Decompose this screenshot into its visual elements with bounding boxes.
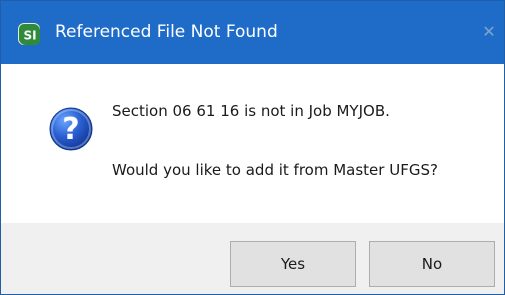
dialog-footer: Yes No bbox=[1, 223, 504, 294]
app-icon: SI bbox=[18, 23, 40, 45]
title-bar[interactable]: SI Referenced File Not Found ✕ bbox=[1, 1, 504, 64]
message-line-2: Would you like to add it from Master UFG… bbox=[112, 161, 438, 179]
svg-text:SI: SI bbox=[23, 29, 36, 43]
svg-text:?: ? bbox=[62, 112, 79, 147]
no-button[interactable]: No bbox=[369, 241, 495, 287]
dialog-content: ? Section 06 61 16 is not in Job MYJOB. … bbox=[1, 64, 504, 223]
yes-button[interactable]: Yes bbox=[230, 241, 356, 287]
window-title: Referenced File Not Found bbox=[55, 22, 278, 42]
dialog-window: SI Referenced File Not Found ✕ ? Section… bbox=[0, 0, 505, 295]
question-icon: ? bbox=[48, 106, 94, 152]
close-button[interactable]: ✕ bbox=[480, 21, 498, 43]
app-logo-icon: SI bbox=[20, 25, 40, 45]
message-line-1: Section 06 61 16 is not in Job MYJOB. bbox=[112, 102, 390, 120]
